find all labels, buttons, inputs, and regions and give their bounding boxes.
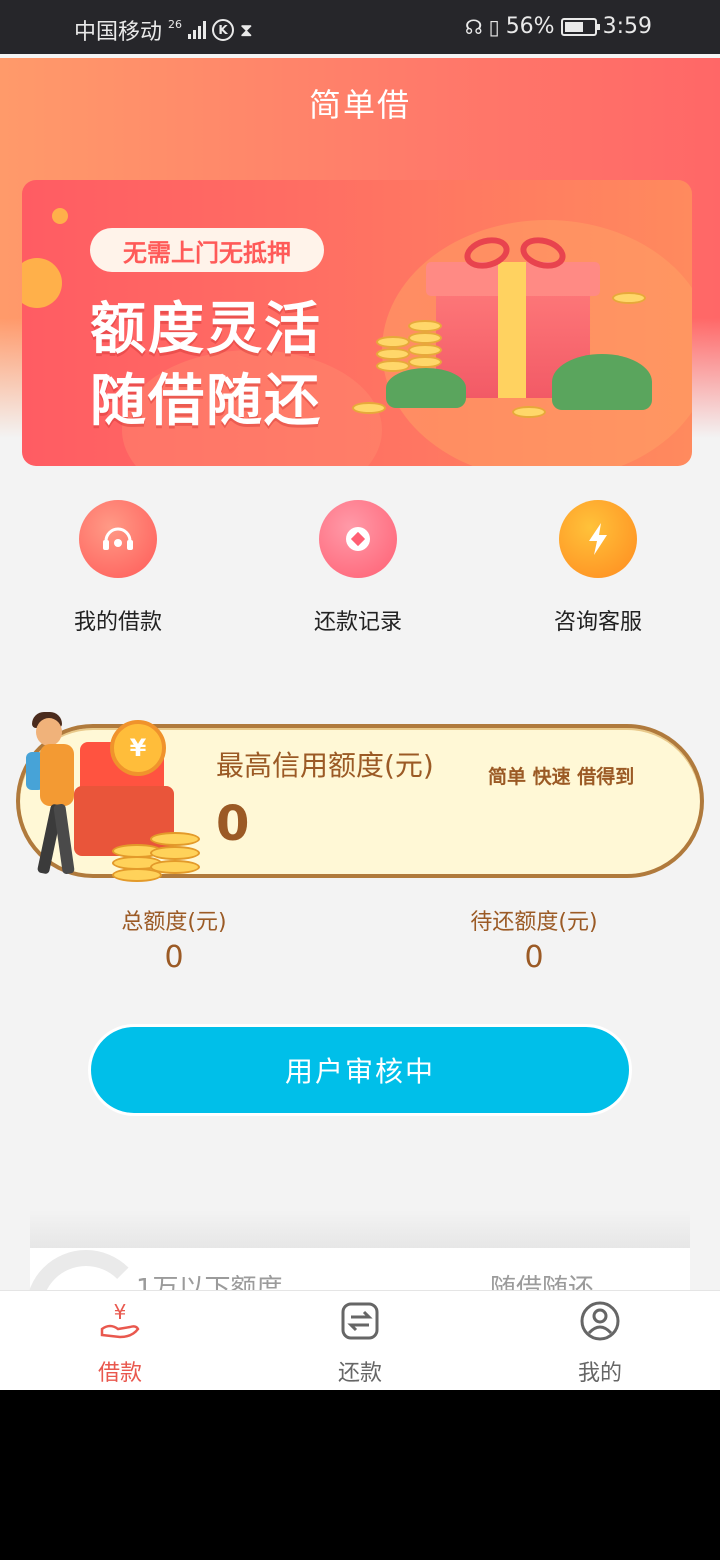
status-bar: 中国移动 26 K ⧗ ☊ ▯ 56% 3:59 — [0, 0, 720, 54]
network-type: 26 — [168, 17, 183, 31]
profile-icon — [578, 1299, 622, 1343]
battery-icon — [560, 17, 600, 36]
coin-icon — [150, 846, 200, 860]
total-credit-label: 总额度(元) — [121, 910, 227, 935]
yuan-coin-icon: ¥ — [110, 720, 166, 776]
k-app-icon: K — [212, 19, 235, 41]
tab-label: 借款 — [97, 1361, 142, 1386]
coin-icon — [408, 332, 442, 344]
person-illustration — [36, 718, 62, 746]
vibrate-icon: ▯ — [488, 14, 500, 39]
coin-icon — [408, 320, 442, 332]
gift-ribbon — [498, 262, 526, 398]
coin-icon — [376, 348, 410, 360]
pending-repay-label: 待还额度(元) — [470, 910, 598, 935]
tab-loan[interactable]: ¥ 借款 — [40, 1299, 200, 1387]
carrier-name: 中国移动 — [74, 20, 163, 45]
promo-banner[interactable]: 无需上门无抵押 额度灵活 随借随还 — [22, 180, 692, 466]
bottom-tab-bar: ¥ 借款 还款 我的 — [0, 1290, 720, 1390]
pending-repay-value: 0 — [524, 940, 544, 975]
menu-label: 我的借款 — [73, 610, 162, 635]
tab-label: 我的 — [577, 1361, 622, 1386]
app-screen: 中国移动 26 K ⧗ ☊ ▯ 56% 3:59 简单借 无需上门无抵押 额度灵… — [0, 0, 720, 1390]
tab-profile[interactable]: 我的 — [520, 1299, 680, 1387]
diamond-icon — [319, 500, 397, 578]
signal-icon — [188, 21, 207, 39]
page-title: 简单借 — [308, 86, 411, 124]
banner-decor — [22, 258, 62, 308]
banner-tag: 无需上门无抵押 — [90, 228, 324, 272]
coin-icon — [612, 292, 646, 304]
coin-icon — [352, 402, 386, 414]
pending-repay: 待还额度(元) 0 — [414, 904, 654, 975]
banner-decor — [52, 208, 68, 224]
lightning-icon — [559, 500, 637, 578]
repay-icon — [338, 1299, 382, 1343]
headset-icon — [79, 500, 157, 578]
coin-icon — [376, 336, 410, 348]
total-credit: 总额度(元) 0 — [54, 904, 294, 975]
total-credit-value: 0 — [164, 940, 184, 975]
menu-label: 咨询客服 — [553, 610, 642, 635]
plant-decor — [386, 368, 466, 408]
svg-text:¥: ¥ — [114, 1300, 127, 1324]
banner-headline-2: 随借随还 — [90, 369, 322, 434]
loan-icon: ¥ — [98, 1299, 142, 1343]
headphone-icon: ☊ — [464, 14, 483, 39]
max-credit-label: 最高信用额度(元) — [216, 749, 434, 782]
battery-percent: 56% — [505, 14, 555, 39]
card-shadow — [30, 1210, 690, 1250]
menu-repay-records[interactable]: 还款记录 — [268, 500, 448, 636]
coin-icon — [512, 406, 546, 418]
person-illustration — [40, 744, 74, 806]
menu-label: 还款记录 — [313, 610, 402, 635]
banner-headline-1: 额度灵活 — [90, 297, 322, 362]
menu-my-loans[interactable]: 我的借款 — [28, 500, 208, 636]
tab-label: 还款 — [337, 1361, 382, 1386]
hourglass-icon: ⧗ — [240, 19, 253, 41]
max-credit-amount: 0 — [216, 796, 250, 852]
menu-customer-service[interactable]: 咨询客服 — [508, 500, 688, 636]
coin-icon — [408, 356, 442, 368]
plant-decor — [552, 354, 652, 410]
coin-icon — [150, 860, 200, 874]
tab-repay[interactable]: 还款 — [280, 1299, 440, 1387]
credit-slogan: 简单 快速 借得到 — [488, 766, 635, 788]
coin-icon — [408, 344, 442, 356]
system-nav-area — [0, 1390, 720, 1560]
coin-icon — [150, 832, 200, 846]
user-review-button[interactable]: 用户审核中 — [88, 1024, 632, 1116]
clock: 3:59 — [602, 14, 652, 39]
